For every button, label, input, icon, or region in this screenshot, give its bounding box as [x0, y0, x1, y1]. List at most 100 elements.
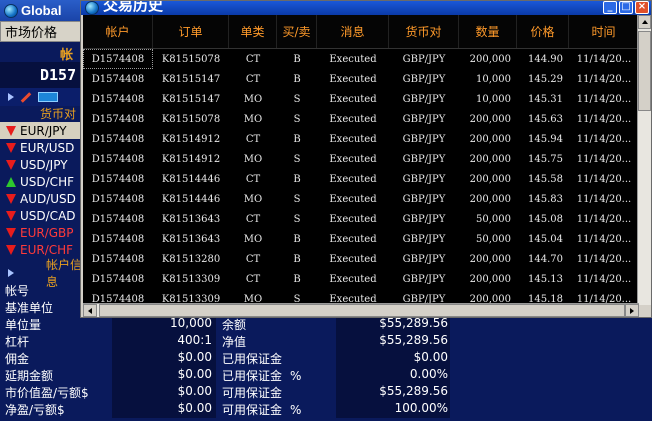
currency-pair-row[interactable]: USD/CHF	[0, 173, 82, 190]
table-cell: GBP/JPY	[402, 273, 446, 285]
table-cell: B	[293, 73, 301, 85]
account-field-value-2: $55,289.56	[336, 384, 450, 401]
table-cell: 10,000	[476, 73, 511, 85]
window-controls: _ □ ×	[603, 1, 649, 14]
table-cell: GBP/JPY	[402, 113, 446, 125]
table-row[interactable]: D1574408 K81513643 MO B Executed GBP/JPY 50,00…	[83, 229, 639, 249]
maximize-button[interactable]: □	[619, 1, 633, 14]
vertical-scrollbar[interactable]	[637, 15, 651, 305]
account-field-label-2: 可用保证金%	[216, 401, 336, 418]
arrow-down-icon	[6, 159, 16, 170]
table-cell: Executed	[329, 53, 377, 65]
account-field-label: 杠杆	[5, 335, 30, 349]
pen-icon[interactable]	[20, 91, 32, 103]
window-title: 交易历史	[103, 1, 164, 14]
currency-pair-name: USD/CHF	[20, 174, 74, 189]
table-cell: S	[293, 93, 301, 105]
table-cell: GBP/JPY	[402, 93, 446, 105]
column-header[interactable]: 货币对	[389, 15, 459, 48]
currency-pair-row[interactable]: USD/JPY	[0, 156, 82, 173]
column-header[interactable]: 买/卖	[277, 15, 317, 48]
table-row[interactable]: D1574408 K81515147 CT B Executed GBP/JPY 10,00…	[83, 69, 639, 89]
close-button[interactable]: ×	[635, 1, 649, 14]
table-cell: Executed	[329, 253, 377, 265]
account-field-label-2-text: 可用保证金	[222, 403, 283, 417]
horizontal-scroll-thumb[interactable]	[99, 304, 625, 317]
arrow-up-icon	[641, 20, 648, 24]
table-row[interactable]: D1574408 K81513280 CT B Executed GBP/JPY 200,0…	[83, 249, 639, 269]
table-row[interactable]: D1574408 K81514912 MO S Executed GBP/JPY 200,0…	[83, 149, 639, 169]
currency-pair-name: USD/CAD	[20, 208, 76, 223]
scroll-up-button[interactable]	[638, 15, 651, 29]
table-cell: MO	[243, 93, 263, 105]
column-header[interactable]: 价格	[517, 15, 569, 48]
scroll-right-button[interactable]	[625, 304, 639, 317]
chart-icon[interactable]	[38, 92, 58, 102]
account-field-label-2-text: 已用保证金	[222, 369, 283, 383]
minimize-button[interactable]: _	[603, 1, 617, 14]
table-cell: K81514446	[161, 173, 221, 185]
account-row: 延期金额 $0.00 已用保证金% 0.00%	[0, 367, 652, 384]
currency-pair-name: EUR/GBP	[20, 225, 74, 240]
table-cell: B	[293, 253, 301, 265]
globe-icon	[4, 3, 18, 18]
scroll-left-button[interactable]	[83, 304, 97, 317]
account-field-label-2-text: 可用保证金	[222, 386, 283, 400]
currency-pair-row[interactable]: EUR/GBP	[0, 224, 82, 241]
arrow-down-icon	[6, 227, 16, 238]
account-field-label-2-text: 已用保证金	[222, 352, 283, 366]
column-header[interactable]: 订单	[153, 15, 229, 48]
table-cell: 200,000	[469, 113, 511, 125]
currency-pair-row[interactable]: EUR/JPY	[0, 122, 82, 139]
table-cell: 11/14/20...	[576, 213, 632, 225]
app-titlebar[interactable]: Global	[0, 0, 82, 21]
table-row[interactable]: D1574408 K81514446 CT B Executed GBP/JPY 200,0…	[83, 169, 639, 189]
account-field-label: 净盈/亏额$	[5, 403, 65, 417]
column-header[interactable]: 消息	[317, 15, 389, 48]
currency-pair-row[interactable]: USD/CAD	[0, 207, 82, 224]
tab-market-prices[interactable]: 市场价格	[0, 21, 82, 42]
vertical-scroll-thumb[interactable]	[638, 31, 651, 111]
currency-pair-row[interactable]: EUR/USD	[0, 139, 82, 156]
expand-arrow-icon[interactable]	[8, 93, 14, 101]
table-row[interactable]: D1574408 K81514912 CT B Executed GBP/JPY 200,0…	[83, 129, 639, 149]
account-field-value-2: $0.00	[336, 350, 450, 367]
table-row[interactable]: D1574408 K81513309 CT B Executed GBP/JPY 200,0…	[83, 269, 639, 289]
column-header[interactable]: 数量	[459, 15, 517, 48]
arrow-up-icon	[6, 176, 16, 187]
table-row[interactable]: D1574408 K81515147 MO S Executed GBP/JPY 10,00…	[83, 89, 639, 109]
table-cell: 200,000	[469, 173, 511, 185]
table-cell: CT	[245, 173, 261, 185]
account-field-value-2: 0.00%	[336, 367, 450, 384]
table-cell: 145.08	[528, 213, 563, 225]
window-titlebar[interactable]: 交易历史	[81, 1, 651, 15]
table-cell: B	[293, 173, 301, 185]
table-row[interactable]: D1574408 K81515078 CT B Executed GBP/JPY 200,0…	[83, 49, 639, 69]
table-cell: 10,000	[476, 93, 511, 105]
table-cell: 200,000	[469, 133, 511, 145]
expand-arrow-icon[interactable]	[8, 269, 14, 277]
table-row[interactable]: D1574408 K81513643 CT S Executed GBP/JPY 50,00…	[83, 209, 639, 229]
trading-platform: Global 市场价格 帐 D157 货币对 EUR/JPY EUR/USD USD…	[0, 0, 652, 421]
table-cell: Executed	[329, 153, 377, 165]
currency-pair-list: EUR/JPY EUR/USD USD/JPY USD/CHF AUD/USD USD/C…	[0, 122, 82, 258]
table-cell: 145.63	[528, 113, 563, 125]
horizontal-scrollbar[interactable]	[83, 303, 639, 317]
table-cell: 144.90	[528, 53, 563, 65]
column-header[interactable]: 帐户	[83, 15, 153, 48]
account-info-header[interactable]: 帐户信息	[0, 258, 82, 289]
account-field-value: $0.00	[112, 384, 216, 401]
column-header[interactable]: 时间	[569, 15, 639, 48]
table-row[interactable]: D1574408 K81514446 MO S Executed GBP/JPY 200,0…	[83, 189, 639, 209]
table-cell: Executed	[329, 193, 377, 205]
table-cell: 200,000	[469, 193, 511, 205]
currency-pair-row[interactable]: AUD/USD	[0, 190, 82, 207]
table-cell: GBP/JPY	[402, 193, 446, 205]
table-row[interactable]: D1574408 K81515078 MO S Executed GBP/JPY 200,0…	[83, 109, 639, 129]
table-cell: MO	[243, 193, 263, 205]
table-cell: 11/14/20...	[576, 153, 632, 165]
table-cell: GBP/JPY	[402, 173, 446, 185]
table-cell: MO	[243, 153, 263, 165]
table-cell: 145.29	[528, 73, 563, 85]
column-header[interactable]: 单类	[229, 15, 277, 48]
